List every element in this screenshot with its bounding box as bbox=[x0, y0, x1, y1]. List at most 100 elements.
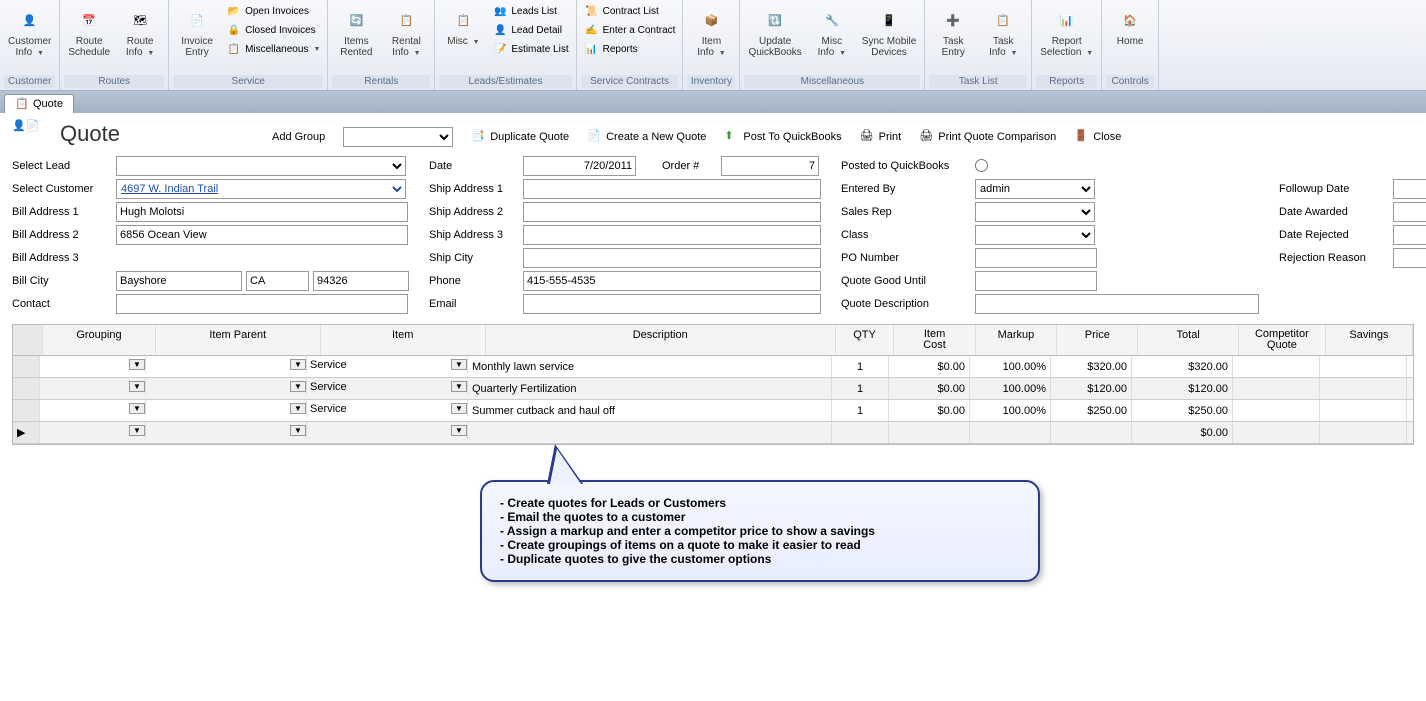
date-field[interactable] bbox=[523, 156, 636, 176]
task-entry-button[interactable]: ➕TaskEntry bbox=[929, 2, 977, 60]
item-info-button[interactable]: 📦ItemInfo ▼ bbox=[687, 2, 735, 60]
table-row[interactable]: ▼▼Service▼Monthly lawn service1$0.00100.… bbox=[13, 356, 1413, 378]
print-comparison-button[interactable]: 🖨Print Quote Comparison bbox=[919, 129, 1056, 145]
cell-price[interactable]: $320.00 bbox=[1051, 356, 1132, 377]
cell-description[interactable]: Quarterly Fertilization bbox=[468, 378, 832, 399]
table-row[interactable]: ▶▼▼▼$0.00 bbox=[13, 422, 1413, 444]
duplicate-quote-button[interactable]: 📑Duplicate Quote bbox=[471, 129, 569, 145]
grouping-dropdown[interactable]: ▼ bbox=[129, 359, 145, 370]
class-field[interactable] bbox=[975, 225, 1095, 245]
open-invoices-button[interactable]: 📂Open Invoices bbox=[223, 2, 323, 20]
parent-dropdown[interactable]: ▼ bbox=[290, 425, 306, 436]
parent-dropdown[interactable]: ▼ bbox=[290, 381, 306, 392]
phone-field[interactable] bbox=[523, 271, 821, 291]
route-info-button[interactable]: 🗺RouteInfo ▼ bbox=[116, 2, 164, 60]
row-selector[interactable] bbox=[13, 356, 40, 377]
close-button[interactable]: 🚪Close bbox=[1074, 129, 1121, 145]
cell-price[interactable]: $250.00 bbox=[1051, 400, 1132, 421]
rental-info-button[interactable]: 📋RentalInfo ▼ bbox=[382, 2, 430, 60]
quote-desc-field[interactable] bbox=[975, 294, 1259, 314]
bill-zip-field[interactable] bbox=[313, 271, 409, 291]
row-selector[interactable]: ▶ bbox=[13, 422, 40, 443]
cell-cost[interactable]: $0.00 bbox=[889, 356, 970, 377]
cell-cost[interactable] bbox=[889, 422, 970, 443]
misc-info-button[interactable]: 🔧MiscInfo ▼ bbox=[808, 2, 856, 60]
home-button[interactable]: 🏠Home bbox=[1106, 2, 1154, 49]
customer-info-button[interactable]: 👤CustomerInfo ▼ bbox=[4, 2, 55, 60]
ship-addr3-field[interactable] bbox=[523, 225, 821, 245]
parent-dropdown[interactable]: ▼ bbox=[290, 403, 306, 414]
post-quickbooks-button[interactable]: ⬆Post To QuickBooks bbox=[724, 129, 841, 145]
select-lead-field[interactable] bbox=[116, 156, 406, 176]
bill-addr2-field[interactable] bbox=[116, 225, 408, 245]
select-customer-field[interactable]: 4697 W. Indian Trail bbox=[116, 179, 406, 199]
bill-state-field[interactable] bbox=[246, 271, 309, 291]
add-group-select[interactable] bbox=[343, 127, 453, 147]
report-selection-button[interactable]: 📊ReportSelection ▼ bbox=[1036, 2, 1097, 60]
order-no-field[interactable] bbox=[721, 156, 819, 176]
closed-invoices-button[interactable]: 🔒Closed Invoices bbox=[223, 21, 323, 39]
cell-qty[interactable]: 1 bbox=[832, 400, 889, 421]
cell-description[interactable] bbox=[468, 422, 832, 443]
cell-description[interactable]: Monthly lawn service bbox=[468, 356, 832, 377]
ship-city-field[interactable] bbox=[523, 248, 821, 268]
cell-markup[interactable] bbox=[970, 422, 1051, 443]
invoice-entry-button[interactable]: 📄InvoiceEntry bbox=[173, 2, 221, 60]
items-rented-button[interactable]: 🔄ItemsRented bbox=[332, 2, 380, 60]
update-quickbooks-button[interactable]: 🔃UpdateQuickBooks bbox=[744, 2, 805, 60]
item-dropdown[interactable]: ▼ bbox=[451, 403, 467, 414]
reports-button[interactable]: 📊Reports bbox=[581, 40, 679, 58]
entered-by-field[interactable]: admin bbox=[975, 179, 1095, 199]
leads-list-button[interactable]: 👥Leads List bbox=[489, 2, 571, 20]
contract-list-button[interactable]: 📜Contract List bbox=[581, 2, 679, 20]
lead-detail-button[interactable]: 👤Lead Detail bbox=[489, 21, 571, 39]
cell-markup[interactable]: 100.00% bbox=[970, 400, 1051, 421]
task-info-button[interactable]: 📋TaskInfo ▼ bbox=[979, 2, 1027, 60]
cell-cost[interactable]: $0.00 bbox=[889, 400, 970, 421]
table-row[interactable]: ▼▼Service▼Quarterly Fertilization1$0.001… bbox=[13, 378, 1413, 400]
rejected-field[interactable] bbox=[1393, 225, 1426, 245]
create-new-quote-button[interactable]: 📄Create a New Quote bbox=[587, 129, 706, 145]
estimate-list-button[interactable]: 📝Estimate List bbox=[489, 40, 571, 58]
cell-price[interactable]: $120.00 bbox=[1051, 378, 1132, 399]
enter-contract-button[interactable]: ✍Enter a Contract bbox=[581, 21, 679, 39]
cell-qty[interactable] bbox=[832, 422, 889, 443]
row-selector[interactable] bbox=[13, 378, 40, 399]
cell-cost[interactable]: $0.00 bbox=[889, 378, 970, 399]
row-selector[interactable] bbox=[13, 400, 40, 421]
awarded-field[interactable] bbox=[1393, 202, 1426, 222]
item-dropdown[interactable]: ▼ bbox=[451, 381, 467, 392]
ship-addr2-field[interactable] bbox=[523, 202, 821, 222]
cell-markup[interactable]: 100.00% bbox=[970, 356, 1051, 377]
email-field[interactable] bbox=[523, 294, 821, 314]
cell-competitor[interactable] bbox=[1233, 356, 1320, 377]
sales-rep-field[interactable] bbox=[975, 202, 1095, 222]
cell-qty[interactable]: 1 bbox=[832, 356, 889, 377]
route-schedule-button[interactable]: 📅RouteSchedule bbox=[64, 2, 114, 60]
bill-city-field[interactable] bbox=[116, 271, 242, 291]
cell-competitor[interactable] bbox=[1233, 400, 1320, 421]
contact-field[interactable] bbox=[116, 294, 408, 314]
ship-addr1-field[interactable] bbox=[523, 179, 821, 199]
cell-competitor[interactable] bbox=[1233, 378, 1320, 399]
grouping-dropdown[interactable]: ▼ bbox=[129, 403, 145, 414]
miscellaneous-button[interactable]: 📋Miscellaneous▼ bbox=[223, 40, 323, 58]
misc-leads-button[interactable]: 📋Misc ▼ bbox=[439, 2, 487, 49]
grouping-dropdown[interactable]: ▼ bbox=[129, 381, 145, 392]
cell-markup[interactable]: 100.00% bbox=[970, 378, 1051, 399]
sync-mobile-button[interactable]: 📱Sync MobileDevices bbox=[858, 2, 920, 60]
tab-quote[interactable]: 📋 Quote bbox=[4, 94, 74, 113]
print-button[interactable]: 🖨Print bbox=[860, 129, 902, 145]
po-number-field[interactable] bbox=[975, 248, 1097, 268]
cell-qty[interactable]: 1 bbox=[832, 378, 889, 399]
bill-addr1-field[interactable] bbox=[116, 202, 408, 222]
posted-qb-radio[interactable] bbox=[975, 159, 988, 172]
parent-dropdown[interactable]: ▼ bbox=[290, 359, 306, 370]
grouping-dropdown[interactable]: ▼ bbox=[129, 425, 145, 436]
table-row[interactable]: ▼▼Service▼Summer cutback and haul off1$0… bbox=[13, 400, 1413, 422]
item-dropdown[interactable]: ▼ bbox=[451, 425, 467, 436]
quote-good-field[interactable] bbox=[975, 271, 1097, 291]
cell-price[interactable] bbox=[1051, 422, 1132, 443]
item-dropdown[interactable]: ▼ bbox=[451, 359, 467, 370]
cell-description[interactable]: Summer cutback and haul off bbox=[468, 400, 832, 421]
